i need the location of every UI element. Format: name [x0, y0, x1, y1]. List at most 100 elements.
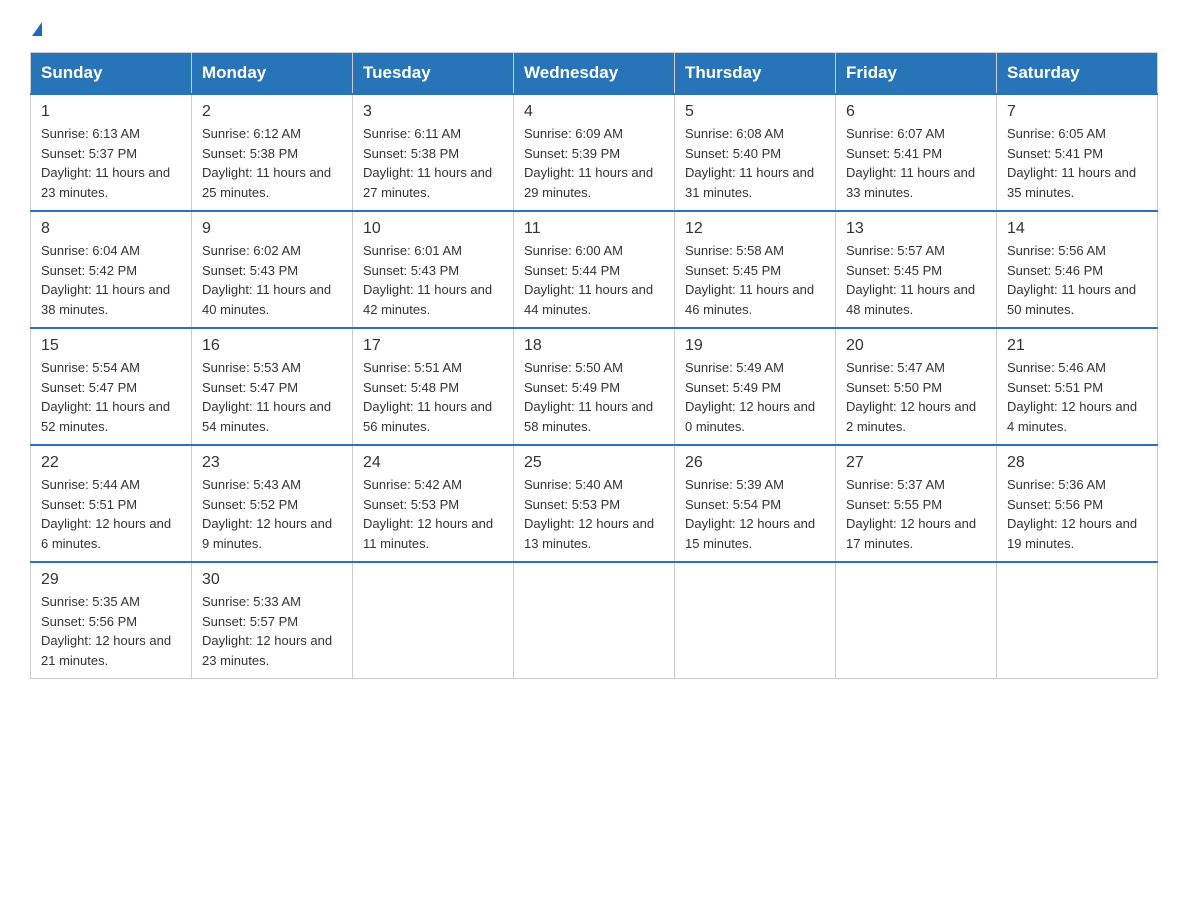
calendar-table: SundayMondayTuesdayWednesdayThursdayFrid…: [30, 52, 1158, 679]
calendar-cell: 17 Sunrise: 5:51 AMSunset: 5:48 PMDaylig…: [353, 328, 514, 445]
day-info: Sunrise: 5:57 AMSunset: 5:45 PMDaylight:…: [846, 243, 975, 317]
day-number: 9: [202, 220, 342, 238]
calendar-cell: 4 Sunrise: 6:09 AMSunset: 5:39 PMDayligh…: [514, 94, 675, 211]
day-number: 20: [846, 337, 986, 355]
calendar-cell: 23 Sunrise: 5:43 AMSunset: 5:52 PMDaylig…: [192, 445, 353, 562]
day-info: Sunrise: 5:56 AMSunset: 5:46 PMDaylight:…: [1007, 243, 1136, 317]
day-number: 10: [363, 220, 503, 238]
calendar-week-4: 22 Sunrise: 5:44 AMSunset: 5:51 PMDaylig…: [31, 445, 1158, 562]
calendar-cell: 1 Sunrise: 6:13 AMSunset: 5:37 PMDayligh…: [31, 94, 192, 211]
day-info: Sunrise: 6:13 AMSunset: 5:37 PMDaylight:…: [41, 126, 170, 200]
calendar-cell: 13 Sunrise: 5:57 AMSunset: 5:45 PMDaylig…: [836, 211, 997, 328]
calendar-cell: 2 Sunrise: 6:12 AMSunset: 5:38 PMDayligh…: [192, 94, 353, 211]
day-info: Sunrise: 6:01 AMSunset: 5:43 PMDaylight:…: [363, 243, 492, 317]
calendar-cell: 10 Sunrise: 6:01 AMSunset: 5:43 PMDaylig…: [353, 211, 514, 328]
weekday-header-saturday: Saturday: [997, 53, 1158, 95]
day-info: Sunrise: 6:05 AMSunset: 5:41 PMDaylight:…: [1007, 126, 1136, 200]
day-number: 8: [41, 220, 181, 238]
day-info: Sunrise: 6:12 AMSunset: 5:38 PMDaylight:…: [202, 126, 331, 200]
day-number: 21: [1007, 337, 1147, 355]
day-info: Sunrise: 6:08 AMSunset: 5:40 PMDaylight:…: [685, 126, 814, 200]
calendar-cell: 28 Sunrise: 5:36 AMSunset: 5:56 PMDaylig…: [997, 445, 1158, 562]
day-number: 27: [846, 454, 986, 472]
calendar-cell: [997, 562, 1158, 679]
calendar-cell: [353, 562, 514, 679]
day-info: Sunrise: 5:50 AMSunset: 5:49 PMDaylight:…: [524, 360, 653, 434]
day-number: 4: [524, 103, 664, 121]
day-number: 5: [685, 103, 825, 121]
day-number: 1: [41, 103, 181, 121]
day-info: Sunrise: 6:09 AMSunset: 5:39 PMDaylight:…: [524, 126, 653, 200]
calendar-cell: 19 Sunrise: 5:49 AMSunset: 5:49 PMDaylig…: [675, 328, 836, 445]
calendar-cell: 14 Sunrise: 5:56 AMSunset: 5:46 PMDaylig…: [997, 211, 1158, 328]
calendar-cell: 21 Sunrise: 5:46 AMSunset: 5:51 PMDaylig…: [997, 328, 1158, 445]
calendar-cell: 26 Sunrise: 5:39 AMSunset: 5:54 PMDaylig…: [675, 445, 836, 562]
calendar-cell: 15 Sunrise: 5:54 AMSunset: 5:47 PMDaylig…: [31, 328, 192, 445]
day-number: 15: [41, 337, 181, 355]
day-info: Sunrise: 5:42 AMSunset: 5:53 PMDaylight:…: [363, 477, 493, 551]
day-info: Sunrise: 6:11 AMSunset: 5:38 PMDaylight:…: [363, 126, 492, 200]
weekday-header-sunday: Sunday: [31, 53, 192, 95]
weekday-header-wednesday: Wednesday: [514, 53, 675, 95]
day-info: Sunrise: 5:35 AMSunset: 5:56 PMDaylight:…: [41, 594, 171, 668]
calendar-cell: 12 Sunrise: 5:58 AMSunset: 5:45 PMDaylig…: [675, 211, 836, 328]
day-number: 26: [685, 454, 825, 472]
weekday-header-thursday: Thursday: [675, 53, 836, 95]
day-info: Sunrise: 6:04 AMSunset: 5:42 PMDaylight:…: [41, 243, 170, 317]
calendar-cell: 6 Sunrise: 6:07 AMSunset: 5:41 PMDayligh…: [836, 94, 997, 211]
logo: [30, 20, 42, 42]
day-number: 24: [363, 454, 503, 472]
calendar-cell: 30 Sunrise: 5:33 AMSunset: 5:57 PMDaylig…: [192, 562, 353, 679]
day-number: 11: [524, 220, 664, 238]
day-number: 16: [202, 337, 342, 355]
day-info: Sunrise: 5:54 AMSunset: 5:47 PMDaylight:…: [41, 360, 170, 434]
logo-triangle-icon: [32, 22, 42, 36]
day-info: Sunrise: 5:33 AMSunset: 5:57 PMDaylight:…: [202, 594, 332, 668]
day-number: 17: [363, 337, 503, 355]
calendar-week-5: 29 Sunrise: 5:35 AMSunset: 5:56 PMDaylig…: [31, 562, 1158, 679]
calendar-cell: 9 Sunrise: 6:02 AMSunset: 5:43 PMDayligh…: [192, 211, 353, 328]
calendar-cell: 3 Sunrise: 6:11 AMSunset: 5:38 PMDayligh…: [353, 94, 514, 211]
day-number: 13: [846, 220, 986, 238]
weekday-header-friday: Friday: [836, 53, 997, 95]
day-number: 12: [685, 220, 825, 238]
day-info: Sunrise: 5:44 AMSunset: 5:51 PMDaylight:…: [41, 477, 171, 551]
calendar-cell: 5 Sunrise: 6:08 AMSunset: 5:40 PMDayligh…: [675, 94, 836, 211]
day-number: 7: [1007, 103, 1147, 121]
calendar-cell: [514, 562, 675, 679]
calendar-cell: 27 Sunrise: 5:37 AMSunset: 5:55 PMDaylig…: [836, 445, 997, 562]
day-number: 19: [685, 337, 825, 355]
day-info: Sunrise: 5:58 AMSunset: 5:45 PMDaylight:…: [685, 243, 814, 317]
day-info: Sunrise: 5:51 AMSunset: 5:48 PMDaylight:…: [363, 360, 492, 434]
day-info: Sunrise: 6:02 AMSunset: 5:43 PMDaylight:…: [202, 243, 331, 317]
day-number: 29: [41, 571, 181, 589]
day-info: Sunrise: 5:39 AMSunset: 5:54 PMDaylight:…: [685, 477, 815, 551]
day-number: 14: [1007, 220, 1147, 238]
calendar-week-2: 8 Sunrise: 6:04 AMSunset: 5:42 PMDayligh…: [31, 211, 1158, 328]
calendar-cell: 29 Sunrise: 5:35 AMSunset: 5:56 PMDaylig…: [31, 562, 192, 679]
day-number: 28: [1007, 454, 1147, 472]
calendar-cell: 11 Sunrise: 6:00 AMSunset: 5:44 PMDaylig…: [514, 211, 675, 328]
day-info: Sunrise: 5:43 AMSunset: 5:52 PMDaylight:…: [202, 477, 332, 551]
calendar-cell: 18 Sunrise: 5:50 AMSunset: 5:49 PMDaylig…: [514, 328, 675, 445]
calendar-cell: [675, 562, 836, 679]
calendar-week-1: 1 Sunrise: 6:13 AMSunset: 5:37 PMDayligh…: [31, 94, 1158, 211]
day-number: 18: [524, 337, 664, 355]
weekday-header-tuesday: Tuesday: [353, 53, 514, 95]
calendar-cell: 7 Sunrise: 6:05 AMSunset: 5:41 PMDayligh…: [997, 94, 1158, 211]
day-info: Sunrise: 5:49 AMSunset: 5:49 PMDaylight:…: [685, 360, 815, 434]
calendar-cell: 20 Sunrise: 5:47 AMSunset: 5:50 PMDaylig…: [836, 328, 997, 445]
day-info: Sunrise: 5:53 AMSunset: 5:47 PMDaylight:…: [202, 360, 331, 434]
day-info: Sunrise: 5:36 AMSunset: 5:56 PMDaylight:…: [1007, 477, 1137, 551]
calendar-cell: [836, 562, 997, 679]
day-number: 25: [524, 454, 664, 472]
page-header: [30, 20, 1158, 42]
calendar-cell: 8 Sunrise: 6:04 AMSunset: 5:42 PMDayligh…: [31, 211, 192, 328]
day-info: Sunrise: 5:47 AMSunset: 5:50 PMDaylight:…: [846, 360, 976, 434]
calendar-cell: 16 Sunrise: 5:53 AMSunset: 5:47 PMDaylig…: [192, 328, 353, 445]
day-number: 2: [202, 103, 342, 121]
day-info: Sunrise: 6:07 AMSunset: 5:41 PMDaylight:…: [846, 126, 975, 200]
day-info: Sunrise: 5:37 AMSunset: 5:55 PMDaylight:…: [846, 477, 976, 551]
day-number: 30: [202, 571, 342, 589]
calendar-cell: 24 Sunrise: 5:42 AMSunset: 5:53 PMDaylig…: [353, 445, 514, 562]
